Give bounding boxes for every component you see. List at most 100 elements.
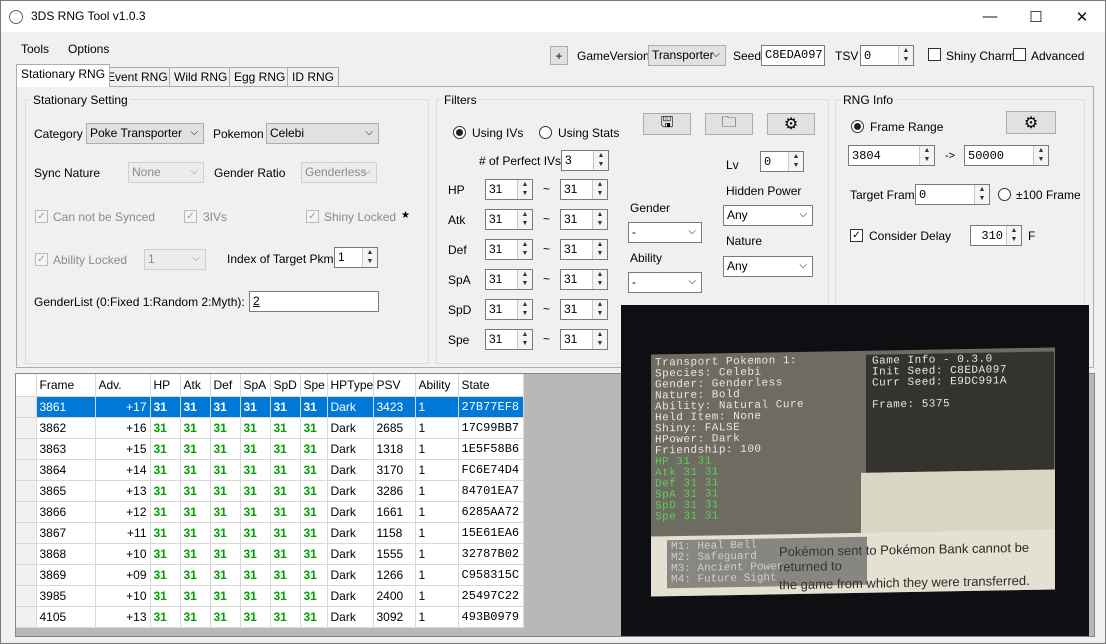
spin-buttons[interactable]: ▲ ▼: [362, 248, 377, 267]
tab-egg-rng[interactable]: Egg RNG: [229, 67, 291, 86]
save-icon[interactable]: 🖫: [643, 113, 691, 135]
frame-end-input[interactable]: 50000 ▲ ▼: [964, 145, 1049, 166]
col-state[interactable]: State: [458, 374, 524, 397]
spin-buttons[interactable]: ▲ ▼: [592, 240, 607, 259]
shiny-locked-checkbox[interactable]: ✓: [306, 210, 319, 223]
lv-input[interactable]: 0 ▲ ▼: [760, 151, 804, 172]
col-atk[interactable]: Atk: [180, 374, 211, 397]
table-row[interactable]: 3861 +17 31 31 31 31 31 31 Dark 3423 1 27B77EF8: [16, 396, 524, 418]
spin-buttons[interactable]: ▲ ▼: [517, 210, 532, 229]
row-header[interactable]: [16, 480, 37, 502]
close-button[interactable]: ✕: [1059, 1, 1105, 32]
tab-id-rng[interactable]: ID RNG: [287, 67, 339, 86]
using-stats-radio[interactable]: [539, 126, 552, 139]
col-spd[interactable]: SpD: [270, 374, 301, 397]
spin-buttons[interactable]: ▲ ▼: [593, 151, 608, 170]
row-header[interactable]: [16, 585, 37, 607]
table-row[interactable]: 3869 +09 31 31 31 31 31 31 Dark 1266 1 C958315C: [16, 564, 524, 586]
spa-min-input[interactable]: 31 ▲ ▼: [485, 269, 533, 290]
ability-select[interactable]: 1 ⌵: [144, 249, 206, 270]
col-frame[interactable]: Frame: [36, 374, 96, 397]
ability-filter-select[interactable]: - ⌵: [628, 272, 702, 293]
menu-tools[interactable]: Tools: [21, 42, 49, 56]
spin-buttons[interactable]: ▲ ▼: [517, 300, 532, 319]
plus-button[interactable]: +: [550, 46, 568, 65]
delay-input[interactable]: 310 ▲ ▼: [970, 225, 1022, 246]
col-adv[interactable]: Adv.: [95, 374, 151, 397]
col-spa[interactable]: SpA: [240, 374, 271, 397]
spe-max-input[interactable]: 31 ▲ ▼: [560, 329, 608, 350]
consider-delay-checkbox[interactable]: ✓: [850, 229, 863, 242]
gear-icon[interactable]: ⚙: [1006, 111, 1056, 134]
nature-select[interactable]: Any ⌵: [723, 256, 813, 277]
table-row[interactable]: 4105 +13 31 31 31 31 31 31 Dark 3092 1 493B0979: [16, 606, 524, 628]
game-version-select[interactable]: Transporter ⌵: [648, 45, 726, 66]
table-row[interactable]: 3868 +10 31 31 31 31 31 31 Dark 1555 1 32787B02: [16, 543, 524, 565]
category-select[interactable]: Poke Transporter ⌵: [86, 123, 204, 144]
shiny-charm-checkbox[interactable]: [928, 48, 941, 61]
plus100-radio[interactable]: [998, 188, 1011, 201]
spin-buttons[interactable]: ▲ ▼: [919, 146, 934, 165]
hp-min-input[interactable]: 31 ▲ ▼: [485, 179, 533, 200]
tab-wild-rng[interactable]: Wild RNG: [169, 67, 233, 86]
spin-buttons[interactable]: ▲ ▼: [592, 210, 607, 229]
def-min-input[interactable]: 31 ▲ ▼: [485, 239, 533, 260]
ability-locked-checkbox[interactable]: ✓: [35, 253, 48, 266]
table-row[interactable]: 3865 +13 31 31 31 31 31 31 Dark 3286 1 84701EA7: [16, 480, 524, 502]
advanced-checkbox[interactable]: [1013, 48, 1026, 61]
pokemon-select[interactable]: Celebi ⌵: [266, 123, 379, 144]
spin-buttons[interactable]: ▲ ▼: [592, 300, 607, 319]
hidden-power-select[interactable]: Any ⌵: [723, 205, 813, 226]
atk-max-input[interactable]: 31 ▲ ▼: [560, 209, 608, 230]
gender-ratio-select[interactable]: Genderless ⌵: [301, 162, 377, 183]
spin-buttons[interactable]: ▲ ▼: [788, 152, 803, 171]
table-row[interactable]: 3985 +10 31 31 31 31 31 31 Dark 2400 1 25497C22: [16, 585, 524, 607]
table-row[interactable]: 3867 +11 31 31 31 31 31 31 Dark 1158 1 15E61EA6: [16, 522, 524, 544]
gear-icon[interactable]: ⚙: [767, 113, 815, 135]
row-header[interactable]: [16, 543, 37, 565]
tab-stationary-rng[interactable]: Stationary RNG: [16, 64, 111, 87]
using-ivs-radio[interactable]: [453, 126, 466, 139]
spin-buttons[interactable]: ▲ ▼: [517, 180, 532, 199]
spin-buttons[interactable]: ▲ ▼: [1006, 226, 1021, 245]
tab-event-rng[interactable]: Event RNG: [102, 67, 173, 86]
minimize-button[interactable]: —: [967, 1, 1013, 32]
spin-buttons[interactable]: ▲ ▼: [592, 330, 607, 349]
spin-buttons[interactable]: ▲ ▼: [1033, 146, 1048, 165]
frame-range-radio[interactable]: [851, 120, 864, 133]
frame-start-input[interactable]: 3804 ▲ ▼: [848, 145, 935, 166]
col-hptype[interactable]: HPType: [327, 374, 374, 397]
gender-filter-select[interactable]: - ⌵: [628, 222, 702, 243]
hp-max-input[interactable]: 31 ▲ ▼: [560, 179, 608, 200]
row-header[interactable]: [16, 606, 37, 628]
spa-max-input[interactable]: 31 ▲ ▼: [560, 269, 608, 290]
spin-buttons[interactable]: ▲ ▼: [517, 270, 532, 289]
threeivs-checkbox[interactable]: ✓: [184, 210, 197, 223]
table-row[interactable]: 3862 +16 31 31 31 31 31 31 Dark 2685 1 17C99BB7: [16, 417, 524, 439]
maximize-button[interactable]: ☐: [1013, 1, 1059, 32]
spin-buttons[interactable]: ▲ ▼: [898, 46, 913, 65]
row-header[interactable]: [16, 564, 37, 586]
col-hp[interactable]: HP: [150, 374, 181, 397]
col-def[interactable]: Def: [210, 374, 241, 397]
col-ability[interactable]: Ability: [415, 374, 459, 397]
menu-options[interactable]: Options: [68, 42, 109, 56]
seed-input[interactable]: C8EDA097: [761, 45, 825, 66]
def-max-input[interactable]: 31 ▲ ▼: [560, 239, 608, 260]
folder-open-icon[interactable]: 🗀: [705, 113, 753, 135]
spd-max-input[interactable]: 31 ▲ ▼: [560, 299, 608, 320]
row-header[interactable]: [16, 438, 37, 460]
col-psv[interactable]: PSV: [373, 374, 416, 397]
target-frame-input[interactable]: 0 ▲ ▼: [915, 184, 990, 205]
spin-buttons[interactable]: ▲ ▼: [517, 240, 532, 259]
spin-buttons[interactable]: ▲ ▼: [974, 185, 989, 204]
row-header[interactable]: [16, 501, 37, 523]
spd-min-input[interactable]: 31 ▲ ▼: [485, 299, 533, 320]
cannot-sync-checkbox[interactable]: ✓: [35, 210, 48, 223]
spe-min-input[interactable]: 31 ▲ ▼: [485, 329, 533, 350]
sync-nature-select[interactable]: None ⌵: [128, 162, 204, 183]
table-row[interactable]: 3863 +15 31 31 31 31 31 31 Dark 1318 1 1E5F58B6: [16, 438, 524, 460]
row-header[interactable]: [16, 396, 37, 418]
genderlist-input[interactable]: 2: [249, 291, 379, 312]
index-target-input[interactable]: 1 ▲ ▼: [334, 247, 378, 268]
